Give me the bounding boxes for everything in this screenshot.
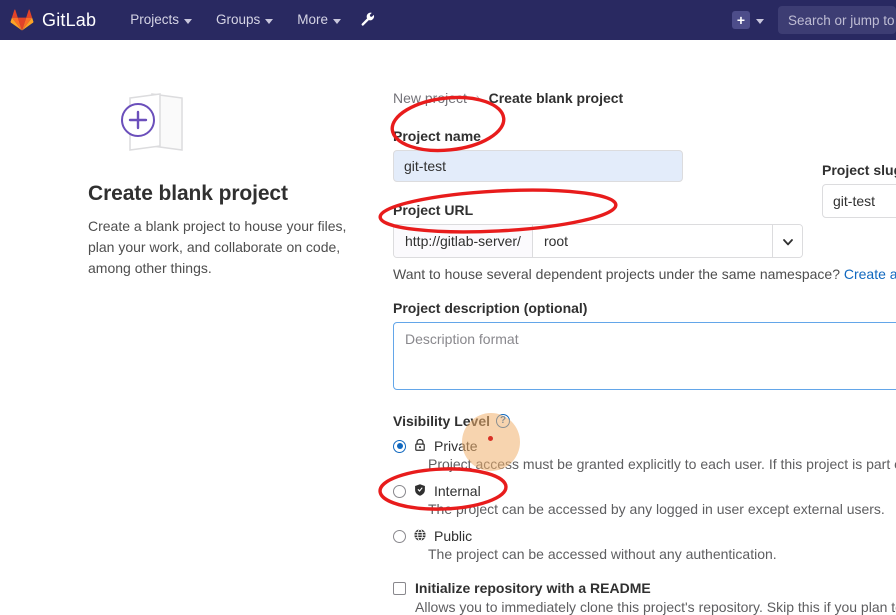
visibility-level-label: Visibility Level xyxy=(393,413,491,429)
project-description-textarea[interactable] xyxy=(393,322,896,390)
project-url-prefix: http://gitlab-server/ xyxy=(394,225,533,257)
create-project-form: New project › Create blank project Proje… xyxy=(393,90,896,615)
visibility-option-public-row: Public xyxy=(393,528,896,544)
nav-item-groups[interactable]: Groups xyxy=(204,0,285,40)
page-body: Create blank project Create a blank proj… xyxy=(0,40,896,615)
project-slug-field: Project slug xyxy=(822,162,896,218)
visibility-option-internal-row: Internal xyxy=(393,483,896,499)
visibility-level-header: Visibility Level ? xyxy=(393,413,896,429)
checkbox-initialize-readme[interactable] xyxy=(393,581,406,595)
visibility-option-private-label: Private xyxy=(434,438,478,454)
project-url-label: Project URL xyxy=(393,202,474,218)
radio-private[interactable] xyxy=(393,439,406,453)
panel-description: Create a blank project to house your fil… xyxy=(88,218,347,276)
visibility-option-private-row: Private xyxy=(393,438,896,454)
gitlab-brand[interactable]: GitLab xyxy=(10,8,96,32)
project-namespace-select[interactable]: root xyxy=(532,225,772,257)
initialize-readme-description: Allows you to immediately clone this pro… xyxy=(415,599,896,615)
project-url-group: http://gitlab-server/ root xyxy=(393,224,803,258)
search-input[interactable]: Search or jump to… xyxy=(778,6,896,34)
visibility-option-private[interactable]: Private Project access must be granted e… xyxy=(393,438,896,472)
chevron-down-icon xyxy=(782,233,793,249)
namespace-help-text: Want to house several dependent projects… xyxy=(393,266,896,282)
project-slug-label: Project slug xyxy=(822,162,896,178)
create-new-chevron-down-icon[interactable] xyxy=(756,18,764,24)
project-description-label: Project description (optional) xyxy=(393,300,588,316)
visibility-option-internal[interactable]: Internal The project can be accessed by … xyxy=(393,483,896,517)
nav-item-projects-label: Projects xyxy=(130,12,180,27)
project-name-label: Project name xyxy=(393,128,481,144)
initialize-readme-label: Initialize repository with a README xyxy=(415,580,651,596)
wrench-icon xyxy=(360,11,376,30)
initialize-readme-row[interactable]: Initialize repository with a README xyxy=(393,580,896,596)
project-description-field: Project description (optional) xyxy=(393,300,896,393)
blank-project-plus-icon xyxy=(110,88,205,160)
project-url-field: Project URL http://gitlab-server/ root xyxy=(393,202,896,258)
visibility-option-public-label: Public xyxy=(434,528,473,544)
page-title: Create blank project xyxy=(88,182,288,205)
admin-area-button[interactable] xyxy=(353,0,383,40)
project-name-input[interactable] xyxy=(393,150,683,182)
plus-square-icon: + xyxy=(736,12,746,28)
breadcrumb-separator-icon: › xyxy=(475,92,480,104)
globe-icon xyxy=(413,528,427,545)
nav-item-groups-label: Groups xyxy=(216,12,261,27)
question-circle-icon[interactable]: ? xyxy=(496,414,511,428)
radio-public[interactable] xyxy=(393,529,406,543)
visibility-level-section: Visibility Level ? Private Project acces… xyxy=(393,413,896,562)
breadcrumb-new-project[interactable]: New project xyxy=(393,90,467,106)
blank-project-info-panel: Create blank project Create a blank proj… xyxy=(88,88,378,279)
create-new-button[interactable]: + xyxy=(732,11,750,29)
chevron-down-icon xyxy=(184,18,193,24)
visibility-option-public-description: The project can be accessed without any … xyxy=(428,546,777,562)
nav-item-more-label: More xyxy=(297,12,329,27)
visibility-option-private-description: Project access must be granted explicitl… xyxy=(428,456,896,472)
project-slug-input[interactable] xyxy=(822,184,896,218)
project-namespace-dropdown-button[interactable] xyxy=(772,225,802,257)
create-a-group-link[interactable]: Create a group. xyxy=(844,266,896,282)
lock-icon xyxy=(413,438,427,455)
chevron-down-icon xyxy=(333,18,342,24)
project-name-field: Project name xyxy=(393,128,896,182)
nav-item-more[interactable]: More xyxy=(285,0,353,40)
namespace-help-label: Want to house several dependent projects… xyxy=(393,266,840,282)
breadcrumb-current: Create blank project xyxy=(488,90,624,106)
visibility-option-internal-label: Internal xyxy=(434,483,481,499)
breadcrumb: New project › Create blank project xyxy=(393,90,896,106)
visibility-option-internal-description: The project can be accessed by any logge… xyxy=(428,501,885,517)
radio-internal[interactable] xyxy=(393,484,406,498)
nav-item-projects[interactable]: Projects xyxy=(118,0,204,40)
chevron-down-icon xyxy=(265,18,274,24)
navbar-right-group: + Search or jump to… xyxy=(732,0,896,40)
visibility-option-public[interactable]: Public The project can be accessed witho… xyxy=(393,528,896,562)
gitlab-tanuki-logo-icon xyxy=(10,8,34,32)
shield-icon xyxy=(413,483,427,500)
initialize-readme-section: Initialize repository with a README Allo… xyxy=(393,580,896,615)
top-navbar: GitLab Projects Groups More + Search or … xyxy=(0,0,896,40)
gitlab-brand-label: GitLab xyxy=(42,9,97,30)
